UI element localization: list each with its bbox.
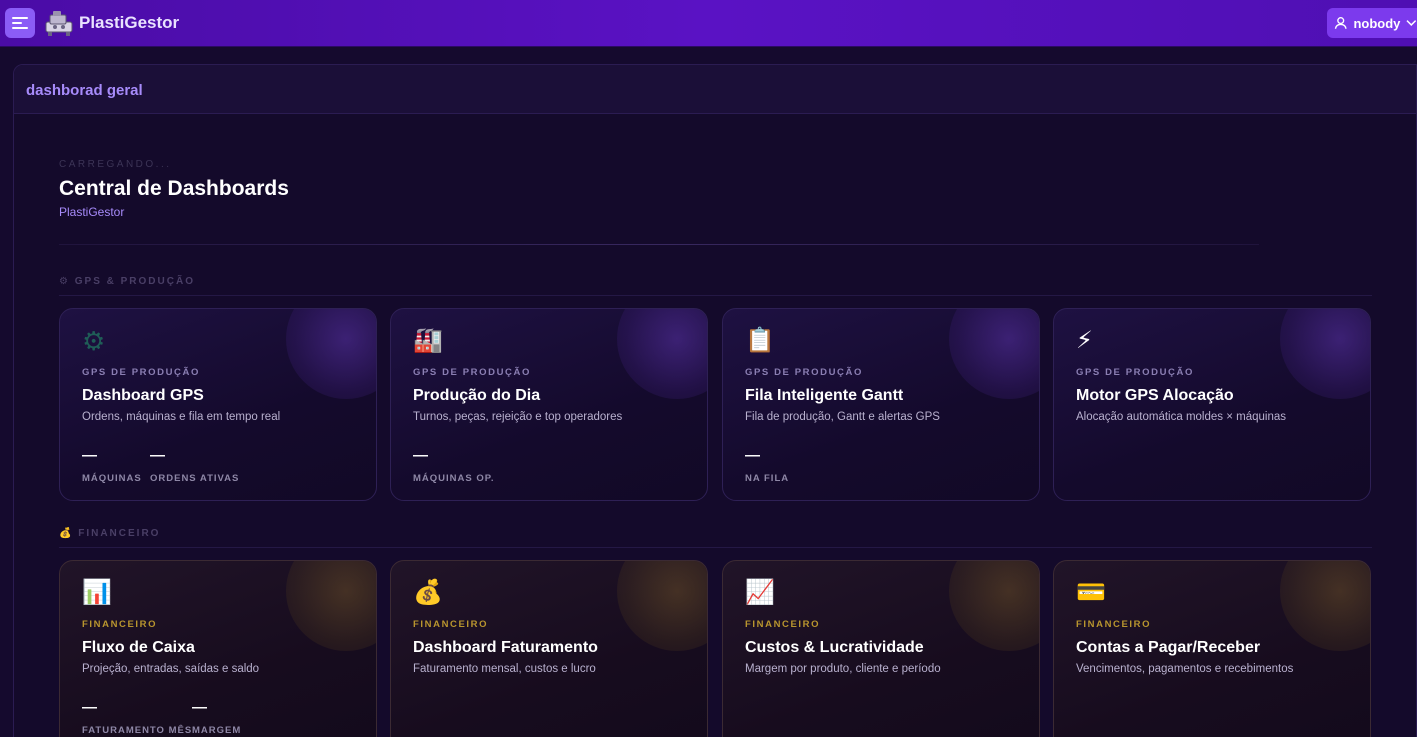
decorative-circle <box>286 309 376 399</box>
card-metric: — ORDENS ATIVAS <box>150 447 239 484</box>
menu-toggle-button[interactable] <box>5 8 35 38</box>
card-description: Margem por produto, cliente e período <box>745 663 941 675</box>
user-icon <box>1334 17 1347 29</box>
metric-value: — <box>150 447 165 464</box>
decorative-circle <box>1280 561 1370 651</box>
card-title: Motor GPS Alocação <box>1076 387 1234 404</box>
metric-label: FATURAMENTO MÊS <box>82 725 193 736</box>
card-metric: — MÁQUINAS <box>82 447 142 484</box>
panel-header: dashborad geral <box>14 65 1416 114</box>
decorative-circle <box>949 309 1039 399</box>
metric-value: — <box>82 699 97 716</box>
card-category: FINANCEIRO <box>745 619 821 630</box>
loading-text: CARREGANDO... <box>59 159 172 170</box>
financeiro-dashboard-card[interactable]: 📈 FINANCEIRO Custos & Lucratividade Margem … <box>722 560 1040 737</box>
card-description: Alocação automática moldes × máquinas <box>1076 411 1286 423</box>
decorative-circle <box>949 561 1039 651</box>
metric-label: MARGEM <box>192 725 242 736</box>
factory-icon: 🏭 <box>413 327 443 354</box>
card-title: Produção do Dia <box>413 387 541 404</box>
card-category: GPS DE PRODUÇÃO <box>745 367 863 378</box>
dashboard-panel: dashborad geral CARREGANDO... Central de… <box>13 64 1417 737</box>
metric-label: NA FILA <box>745 473 790 484</box>
metric-value: — <box>82 447 97 464</box>
app-brand-name[interactable]: PlastiGestor <box>79 13 179 33</box>
decorative-circle <box>617 309 707 399</box>
section-label-gps: ⚙ GPS & PRODUÇÃO <box>59 276 195 287</box>
card-description: Faturamento mensal, custos e lucro <box>413 663 596 675</box>
card-category: FINANCEIRO <box>1076 619 1152 630</box>
card-category: FINANCEIRO <box>82 619 158 630</box>
section-label-financeiro: 💰 FINANCEIRO <box>59 528 161 539</box>
card-metric: — MARGEM <box>192 699 241 736</box>
card-title: Contas a Pagar/Receber <box>1076 639 1261 656</box>
card-metric: — MÁQUINAS OP. <box>413 447 495 484</box>
metric-value: — <box>413 447 428 464</box>
card-description: Fila de produção, Gantt e alertas GPS <box>745 411 940 423</box>
section-divider <box>59 295 1372 296</box>
gear-icon: ⚙ <box>82 326 106 356</box>
gps-dashboard-card[interactable]: ⚡ GPS DE PRODUÇÃO Motor GPS Alocação Alocaç… <box>1053 308 1371 501</box>
gps-dashboard-card[interactable]: 📋 GPS DE PRODUÇÃO Fila Inteligente Gantt Fi… <box>722 308 1040 501</box>
decorative-circle <box>617 561 707 651</box>
card-title: Dashboard GPS <box>82 387 204 404</box>
card-metric: — NA FILA <box>745 447 789 484</box>
card-description: Turnos, peças, rejeição e top operadores <box>413 411 623 423</box>
card-metric: — FATURAMENTO MÊS <box>82 699 192 736</box>
chevron-down-icon <box>1406 20 1417 26</box>
page-subtitle: PlastiGestor <box>59 205 125 219</box>
decorative-circle <box>286 561 376 651</box>
clipboard-icon: 📋 <box>745 327 775 354</box>
metric-label: ORDENS ATIVAS <box>150 473 240 484</box>
card-title: Dashboard Faturamento <box>413 639 598 656</box>
machine-logo-icon[interactable] <box>43 8 75 38</box>
card-description: Ordens, máquinas e fila em tempo real <box>82 411 281 423</box>
card-category: GPS DE PRODUÇÃO <box>82 367 200 378</box>
user-menu-button[interactable]: nobody <box>1327 8 1417 38</box>
lightning-icon: ⚡ <box>1076 327 1093 354</box>
card-description: Projeção, entradas, saídas e saldo <box>82 663 260 675</box>
financeiro-dashboard-card[interactable]: 💳 FINANCEIRO Contas a Pagar/Receber Vencime… <box>1053 560 1371 737</box>
metric-label: MÁQUINAS <box>82 473 142 484</box>
top-navbar: PlastiGestor nobody <box>0 0 1417 47</box>
financeiro-dashboard-card[interactable]: 📊 FINANCEIRO Fluxo de Caixa Projeção, entra… <box>59 560 377 737</box>
card-category: FINANCEIRO <box>413 619 489 630</box>
card-description: Vencimentos, pagamentos e recebimentos <box>1076 663 1294 675</box>
metric-value: — <box>192 699 207 716</box>
trending-chart-icon: 📈 <box>745 579 775 606</box>
bar-chart-icon: 📊 <box>82 579 112 606</box>
divider <box>59 244 1259 245</box>
gps-dashboard-card[interactable]: ⚙ GPS DE PRODUÇÃO Dashboard GPS Ordens, máq… <box>59 308 377 501</box>
hamburger-line-icon <box>12 22 22 24</box>
hamburger-line-icon <box>12 27 28 29</box>
metric-label: MÁQUINAS OP. <box>413 473 495 484</box>
user-name: nobody <box>1353 15 1401 31</box>
card-title: Fluxo de Caixa <box>82 639 195 656</box>
financeiro-dashboard-card[interactable]: 💰 FINANCEIRO Dashboard Faturamento Faturame… <box>390 560 708 737</box>
card-title: Custos & Lucratividade <box>745 639 924 656</box>
hamburger-line-icon <box>12 17 28 19</box>
card-category: GPS DE PRODUÇÃO <box>413 367 531 378</box>
page-title: Central de Dashboards <box>59 177 289 200</box>
metric-value: — <box>745 447 760 464</box>
money-bag-icon: 💰 <box>413 579 443 606</box>
credit-card-icon: 💳 <box>1076 579 1106 606</box>
decorative-circle <box>1280 309 1370 399</box>
card-category: GPS DE PRODUÇÃO <box>1076 367 1194 378</box>
card-title: Fila Inteligente Gantt <box>745 387 904 404</box>
gps-dashboard-card[interactable]: 🏭 GPS DE PRODUÇÃO Produção do Dia Turnos, p… <box>390 308 708 501</box>
section-divider <box>59 547 1372 548</box>
